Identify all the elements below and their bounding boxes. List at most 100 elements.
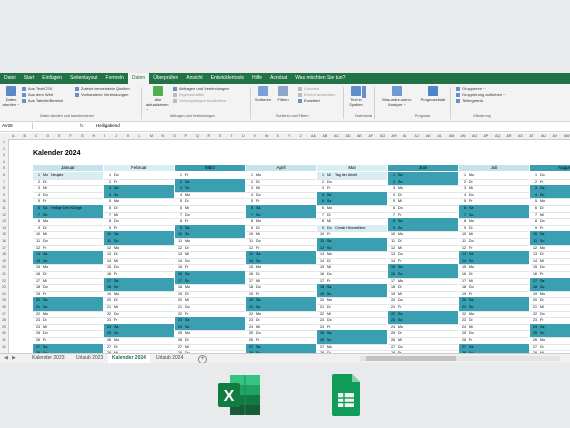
worksheet-grid[interactable]: Kalender 2024 Januar 1 Mo Neujahr 2 Di 3 Mi 4 Do 5… (9, 139, 570, 353)
sheet-tab-kalender-2023[interactable]: Kalender 2023 (28, 354, 69, 363)
row-header[interactable]: 3 (0, 153, 8, 157)
advanced-filter-button[interactable]: Erweitert (298, 98, 335, 104)
ribbon-tab-6[interactable]: Überprüfen (149, 73, 182, 84)
row-header[interactable]: 31 (0, 338, 8, 342)
row-header[interactable]: 25 (0, 298, 8, 302)
row-header[interactable]: 17 (0, 246, 8, 250)
weekday-label: So (43, 258, 48, 263)
ribbon-tab-0[interactable]: Datei (0, 73, 20, 84)
formula-input[interactable]: Heiligabend (96, 123, 120, 129)
weekday-label: Fr (540, 225, 544, 230)
day-number: 24 (391, 324, 395, 329)
weekday-label: Di (327, 305, 331, 309)
day-number: 6 (393, 206, 395, 210)
day-number: 8 (38, 219, 40, 224)
row-header[interactable]: 18 (0, 252, 8, 256)
ribbon-tab-9[interactable]: Hilfe (248, 73, 266, 84)
weekday-label: Do (43, 331, 48, 336)
row-header[interactable]: 13 (0, 219, 8, 223)
row-header[interactable]: 11 (0, 206, 8, 210)
filter-button[interactable]: Filtern (274, 86, 292, 102)
row-header[interactable]: 27 (0, 312, 8, 316)
what-if-button[interactable]: Was-wäre-wenn- Analyse ~ (378, 86, 416, 107)
weekday-label: Fr (256, 199, 260, 204)
day-number: 18 (107, 285, 111, 290)
weekday-label: So (185, 186, 190, 191)
day-number: 2 (322, 179, 324, 184)
tab-scroll-right-icon[interactable]: ▶ (12, 354, 16, 363)
row-header[interactable]: 2 (0, 147, 8, 151)
database-icon (6, 86, 16, 96)
row-header[interactable]: 1 (0, 140, 8, 144)
day-number: 21 (249, 305, 253, 309)
tab-scroll-left-icon[interactable]: ◀ (4, 354, 8, 363)
ribbon-tab-8[interactable]: Entwicklertools (207, 73, 248, 84)
row-header[interactable]: 14 (0, 226, 8, 230)
sheet-tab-urlaub-2024[interactable]: Urlaub 2024 (152, 354, 187, 363)
scrollbar-thumb[interactable] (366, 356, 456, 361)
formula-bar: AV28 fx Heiligabend (0, 122, 570, 132)
row-header[interactable]: 9 (0, 193, 8, 197)
day-number: 14 (391, 258, 395, 263)
row-header[interactable]: 12 (0, 213, 8, 217)
row-header[interactable]: 4 (0, 160, 8, 164)
row-header[interactable]: 7 (0, 180, 8, 184)
day-number: 21 (178, 305, 182, 309)
ribbon-tab-7[interactable]: Ansicht (182, 73, 206, 84)
row-header[interactable]: 6 (0, 173, 8, 177)
ribbon-tab-4[interactable]: Formeln (102, 73, 128, 84)
day-number: 4 (109, 192, 111, 197)
ribbon-tab-1[interactable]: Start (20, 73, 39, 84)
weekday-label: Di (185, 291, 189, 296)
row-header[interactable]: 8 (0, 186, 8, 190)
row-header[interactable]: 32 (0, 345, 8, 349)
row-header[interactable]: 5 (0, 166, 8, 170)
day-number: 14 (178, 258, 182, 263)
row-header[interactable]: 19 (0, 259, 8, 263)
validation-button[interactable] (362, 94, 368, 98)
ribbon-tab-2[interactable]: Einfügen (38, 73, 66, 84)
refresh-all-button[interactable]: Alle aktualisieren ~ (146, 86, 170, 112)
edit-links-button[interactable]: Verknüpfungen bearbeiten (173, 98, 229, 104)
day-number: 27 (178, 344, 182, 349)
row-header[interactable]: 16 (0, 239, 8, 243)
horizontal-scrollbar[interactable] (360, 356, 560, 361)
ribbon-tab-11[interactable]: Was möchten Sie tun? (291, 73, 349, 84)
day-number: 27 (533, 344, 537, 349)
ribbon-tab-3[interactable]: Seitenlayout (66, 73, 102, 84)
row-header[interactable]: 26 (0, 305, 8, 309)
row-header[interactable]: 28 (0, 318, 8, 322)
row-header[interactable]: 20 (0, 265, 8, 269)
add-sheet-icon[interactable]: + (198, 355, 207, 363)
day-number: 18 (178, 285, 182, 290)
weekday-label: Di (43, 318, 47, 323)
day-number: 25 (178, 331, 182, 336)
get-data-button[interactable]: Daten abrufen ~ (2, 86, 20, 107)
subtotal-button[interactable]: Teilergebnis (456, 98, 505, 104)
sheet-tab-urlaub-2023[interactable]: Urlaub 2023 (72, 354, 107, 363)
row-header[interactable]: 22 (0, 279, 8, 283)
row-header[interactable]: 21 (0, 272, 8, 276)
sheet-tab-kalender-2024[interactable]: Kalender 2024 (108, 354, 150, 363)
weekday-label: Mo (185, 285, 190, 290)
ribbon-tab-10[interactable]: Acrobat (266, 73, 291, 84)
fx-icon[interactable]: fx (80, 123, 84, 129)
sort-button[interactable]: Sortieren (254, 86, 272, 102)
weekday-label: Di (327, 212, 331, 217)
ribbon-tab-5[interactable]: Daten (127, 73, 150, 84)
name-box[interactable]: AV28 (2, 123, 33, 129)
row-header[interactable]: 30 (0, 331, 8, 335)
existing-connections-button[interactable]: Vorhandene Verbindungen (75, 92, 130, 98)
forecast-sheet-button[interactable]: Prognoseblatt (419, 86, 447, 107)
sort-items: Löschen Erneut anwenden Erweitert (298, 86, 335, 104)
group-caption: Abfragen und Verbindungen (170, 114, 215, 118)
weekday-label: Mi (256, 232, 260, 237)
row-header[interactable]: 15 (0, 232, 8, 236)
weekday-label: Mi (327, 173, 331, 177)
day-number: 27 (462, 344, 466, 349)
row-header[interactable]: 24 (0, 292, 8, 296)
row-header[interactable]: 23 (0, 285, 8, 289)
row-header[interactable]: 10 (0, 199, 8, 203)
row-header[interactable]: 29 (0, 325, 8, 329)
from-table-button[interactable]: Aus Tabelle/Bereich (22, 98, 63, 104)
